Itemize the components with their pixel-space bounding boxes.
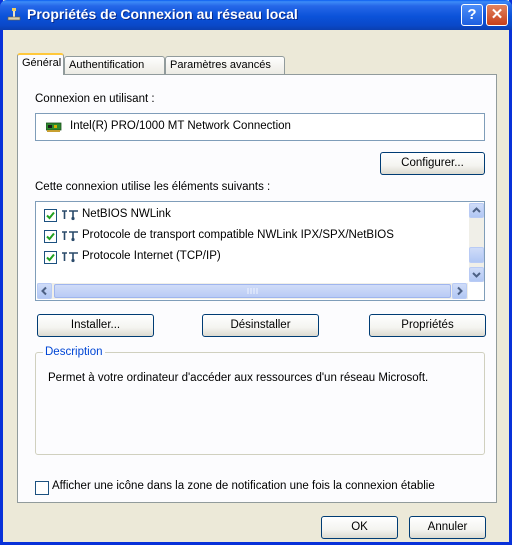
grip-icon	[247, 288, 258, 294]
vertical-scroll-thumb[interactable]	[469, 247, 484, 263]
help-button[interactable]: ?	[461, 4, 483, 26]
component-checkbox[interactable]	[44, 230, 57, 243]
scroll-right-button[interactable]	[452, 283, 467, 299]
chevron-left-icon	[41, 286, 47, 296]
tab-advanced[interactable]: Paramètres avancés	[165, 56, 285, 74]
component-checkbox[interactable]	[44, 251, 57, 264]
component-label: NetBIOS NWLink	[82, 208, 171, 220]
network-protocol-icon	[62, 231, 78, 242]
close-button[interactable]: ✕	[486, 4, 508, 26]
cancel-button[interactable]: Annuler	[409, 516, 486, 539]
scroll-up-button[interactable]	[469, 203, 484, 218]
uninstall-button[interactable]: Désinstaller	[202, 314, 319, 337]
chevron-up-icon	[472, 207, 481, 213]
component-checkbox[interactable]	[44, 209, 57, 222]
component-label: Protocole Internet (TCP/IP)	[82, 250, 221, 262]
scroll-down-button[interactable]	[469, 267, 484, 282]
components-label: Cette connexion utilise les éléments sui…	[35, 181, 271, 193]
component-label: Protocole de transport compatible NWLink…	[82, 229, 394, 241]
adapter-field: Intel(R) PRO/1000 MT Network Connection	[35, 113, 485, 141]
horizontal-scrollbar[interactable]	[37, 283, 468, 299]
window-title: Propriétés de Connexion au réseau local	[27, 6, 298, 22]
description-text: Permet à votre ordinateur d'accéder aux …	[48, 372, 429, 384]
horizontal-scroll-thumb[interactable]	[54, 284, 451, 298]
configure-button[interactable]: Configurer...	[380, 152, 485, 175]
vertical-scrollbar[interactable]	[469, 203, 484, 282]
adapter-name: Intel(R) PRO/1000 MT Network Connection	[70, 120, 291, 132]
network-adapter-icon	[46, 122, 62, 132]
network-connection-icon	[7, 8, 21, 21]
chevron-right-icon	[457, 286, 463, 296]
notify-checkbox-label: Afficher une icône dans la zone de notif…	[52, 480, 435, 492]
properties-button[interactable]: Propriétés	[369, 314, 486, 337]
network-protocol-icon	[62, 210, 78, 221]
description-group	[35, 352, 485, 455]
install-button[interactable]: Installer...	[37, 314, 154, 337]
network-protocol-icon	[62, 252, 78, 263]
tab-general[interactable]: Général	[17, 53, 64, 75]
notify-checkbox[interactable]	[35, 481, 49, 495]
description-title: Description	[43, 346, 105, 358]
chevron-down-icon	[472, 272, 481, 278]
ok-button[interactable]: OK	[321, 516, 398, 539]
title-bar[interactable]: Propriétés de Connexion au réseau local …	[0, 0, 512, 30]
scroll-left-button[interactable]	[37, 283, 52, 299]
connect-using-label: Connexion en utilisant :	[35, 93, 155, 105]
tab-authentication[interactable]: Authentification	[64, 56, 165, 74]
